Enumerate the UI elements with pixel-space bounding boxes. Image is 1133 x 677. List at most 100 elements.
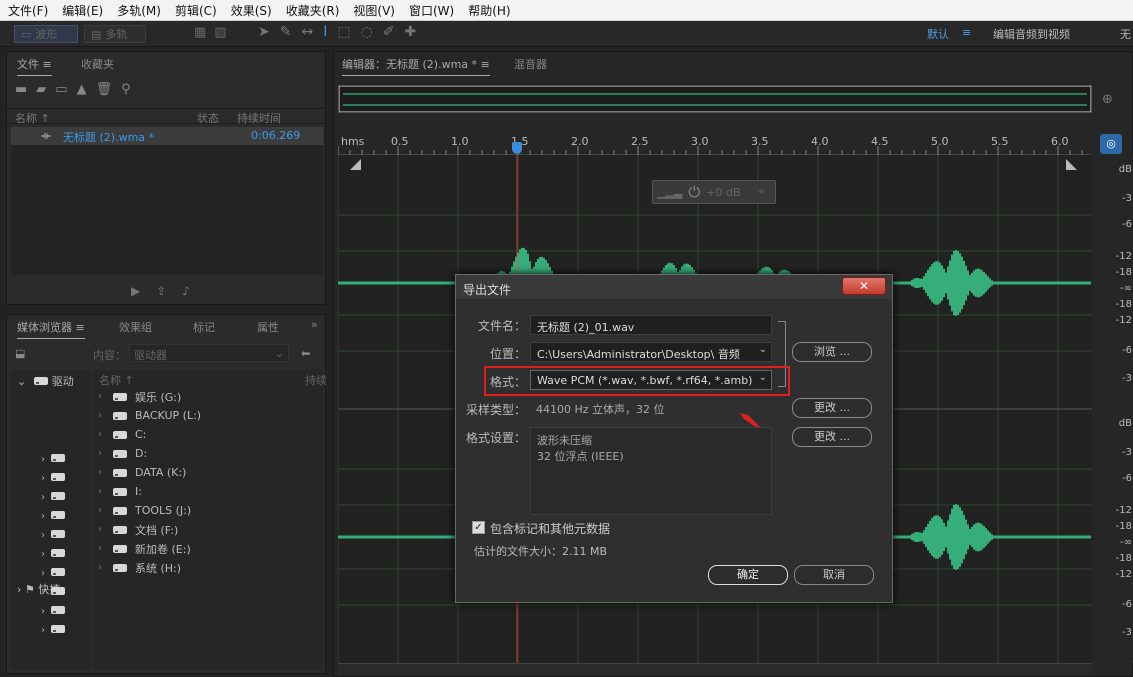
tree-drive-item[interactable]: › [41, 625, 66, 636]
pin-icon[interactable]: ⌖ [759, 185, 765, 199]
time-selection-tool-icon[interactable]: I [323, 24, 337, 40]
multitrack-view-button[interactable]: ▤ 多轨 [84, 25, 146, 43]
chevron-right-icon[interactable]: › [93, 391, 107, 402]
tree-drive-item[interactable]: › [41, 530, 66, 541]
razor-tool-icon[interactable]: ✎ [280, 24, 302, 40]
slip-tool-icon[interactable]: ↔ [301, 24, 323, 40]
chevron-right-icon[interactable]: › [93, 486, 107, 497]
import-icon[interactable]: ▰ [36, 82, 55, 97]
tree-drive-item[interactable]: › [41, 587, 66, 598]
drive-row[interactable]: › C: [93, 425, 323, 444]
include-metadata-label[interactable]: 包含标记和其他元数据 [490, 520, 610, 537]
menu-window[interactable]: 窗口(W) [401, 2, 460, 19]
chevron-right-icon[interactable]: › [93, 524, 107, 535]
menu-view[interactable]: 视图(V) [345, 2, 401, 19]
menu-file[interactable]: 文件(F) [0, 2, 54, 19]
hud-gain[interactable]: ▁▂▃ ⏻ +0 dB ⌖ [652, 180, 776, 204]
playhead-handle[interactable] [512, 142, 522, 154]
overview-strip[interactable] [338, 85, 1092, 113]
panel-menu-icon[interactable]: ≡ [76, 321, 85, 334]
drive-row[interactable]: › BACKUP (L:) [93, 406, 323, 425]
workspace-default[interactable]: 默认 [927, 26, 949, 42]
lasso-tool-icon[interactable]: ◌ [361, 24, 383, 40]
col-status[interactable]: 状态 [197, 110, 219, 126]
col-name[interactable]: 名称 ↑ [15, 110, 50, 126]
workspace-edit-video[interactable]: 编辑音频到视频 [993, 26, 1070, 42]
content-select[interactable]: 驱动器 ⌄ [129, 344, 289, 362]
tab-favorites[interactable]: 收藏夹 [81, 56, 114, 72]
drive-row[interactable]: › 娱乐 (G:) [93, 387, 323, 406]
delete-icon[interactable]: 🗑 [96, 82, 122, 97]
tab-mixer[interactable]: 混音器 [514, 56, 547, 72]
chevron-right-icon[interactable]: › [93, 448, 107, 459]
change-sample-button[interactable]: 更改 ... [792, 398, 872, 418]
more-tabs-icon[interactable]: » [311, 318, 318, 331]
location-select[interactable]: C:\Users\Administrator\Desktop\ 音频 ⌄ [530, 342, 772, 362]
menu-multitrack[interactable]: 多轨(M) [109, 2, 167, 19]
menu-effects[interactable]: 效果(S) [223, 2, 278, 19]
headphone-icon[interactable]: ◎ [1100, 134, 1122, 154]
panel-menu-icon[interactable]: ≡ [43, 58, 52, 71]
back-arrow-icon[interactable]: ⬅ [301, 347, 310, 360]
drive-row[interactable]: › D: [93, 444, 323, 463]
autoplay-icon[interactable]: ♪ [182, 284, 206, 298]
workspace-more[interactable]: 无 [1120, 26, 1131, 42]
browse-button[interactable]: 浏览 ... [792, 342, 872, 362]
drive-row[interactable]: › 文档 (F:) [93, 520, 323, 539]
open-folder-icon[interactable]: ▬ [15, 82, 36, 97]
col-duration[interactable]: 持续 [305, 372, 327, 388]
chevron-right-icon[interactable]: › [93, 543, 107, 554]
drive-row[interactable]: › 系统 (H:) [93, 558, 323, 577]
cancel-button[interactable]: 取消 [794, 565, 874, 585]
drive-row[interactable]: › I: [93, 482, 323, 501]
waveform-view-button[interactable]: ▭ 波形 [14, 25, 78, 43]
chevron-right-icon[interactable]: › [93, 505, 107, 516]
spectral-freq-icon[interactable]: ▦ [194, 25, 214, 40]
tab-properties[interactable]: 属性 [257, 319, 279, 335]
move-tool-icon[interactable]: ➤ [258, 24, 280, 40]
tab-effects-rack[interactable]: 效果组 [119, 319, 152, 335]
close-button[interactable]: ✕ [842, 277, 886, 295]
brush-tool-icon[interactable]: ✐ [383, 24, 405, 40]
new-file-icon[interactable]: ▭ [55, 82, 76, 97]
tree-drive-item[interactable]: › [41, 549, 66, 560]
marquee-tool-icon[interactable]: ⬚ [337, 24, 360, 40]
workspace-menu-icon[interactable]: ≡ [962, 26, 971, 39]
gain-knob-icon[interactable]: ⏻ [688, 183, 700, 201]
menu-help[interactable]: 帮助(H) [460, 2, 516, 19]
chevron-right-icon[interactable]: › [93, 467, 107, 478]
tab-files[interactable]: 文件 ≡ [17, 56, 52, 76]
chevron-right-icon[interactable]: › [93, 562, 107, 573]
panel-menu-icon[interactable]: ≡ [481, 58, 490, 71]
tree-drive-item[interactable]: › [41, 568, 66, 579]
tree-drive-item[interactable]: › [41, 473, 66, 484]
export-icon[interactable]: ⇪ [156, 284, 182, 298]
tree-root[interactable]: ⌄ 驱动 [17, 373, 74, 389]
tree-drive-item[interactable]: › [41, 454, 66, 465]
play-icon[interactable]: ▶ [131, 284, 156, 298]
horizontal-scrollbar[interactable] [338, 663, 1092, 675]
menu-clip[interactable]: 剪辑(C) [167, 2, 223, 19]
insert-multitrack-icon[interactable]: ▲ [77, 82, 96, 97]
zoom-icon[interactable]: ⊕ [1102, 92, 1113, 107]
tree-drive-item[interactable]: › [41, 492, 66, 503]
search-icon[interactable]: ⚲ [121, 82, 140, 97]
tab-markers[interactable]: 标记 [193, 319, 215, 335]
spot-heal-tool-icon[interactable]: ✚ [405, 24, 427, 40]
filename-input[interactable]: 无标题 (2)_01.wav [530, 315, 772, 335]
menu-favorites[interactable]: 收藏夹(R) [278, 2, 346, 19]
tree-drive-item[interactable]: › [41, 511, 66, 522]
time-ruler[interactable]: hms 0.51.01.52.02.53.03.54.04.55.05.56.0 [338, 132, 1092, 155]
include-metadata-checkbox[interactable]: ✓ [472, 521, 485, 534]
ok-button[interactable]: 确定 [708, 565, 788, 585]
drive-row[interactable]: › TOOLS (J:) [93, 501, 323, 520]
chevron-right-icon[interactable]: › [93, 410, 107, 421]
tab-media-browser[interactable]: 媒体浏览器 ≡ [17, 319, 85, 339]
chevron-right-icon[interactable]: › [93, 429, 107, 440]
drive-row[interactable]: › DATA (K:) [93, 463, 323, 482]
file-row[interactable]: ⟛ 无标题 (2).wma * 0:06.269 [11, 127, 323, 145]
spectral-pitch-icon[interactable]: ▧ [214, 25, 234, 40]
col-name[interactable]: 名称 ↑ [99, 372, 134, 388]
col-duration[interactable]: 持续时间 [237, 110, 281, 126]
tree-drive-item[interactable]: › [41, 606, 66, 617]
